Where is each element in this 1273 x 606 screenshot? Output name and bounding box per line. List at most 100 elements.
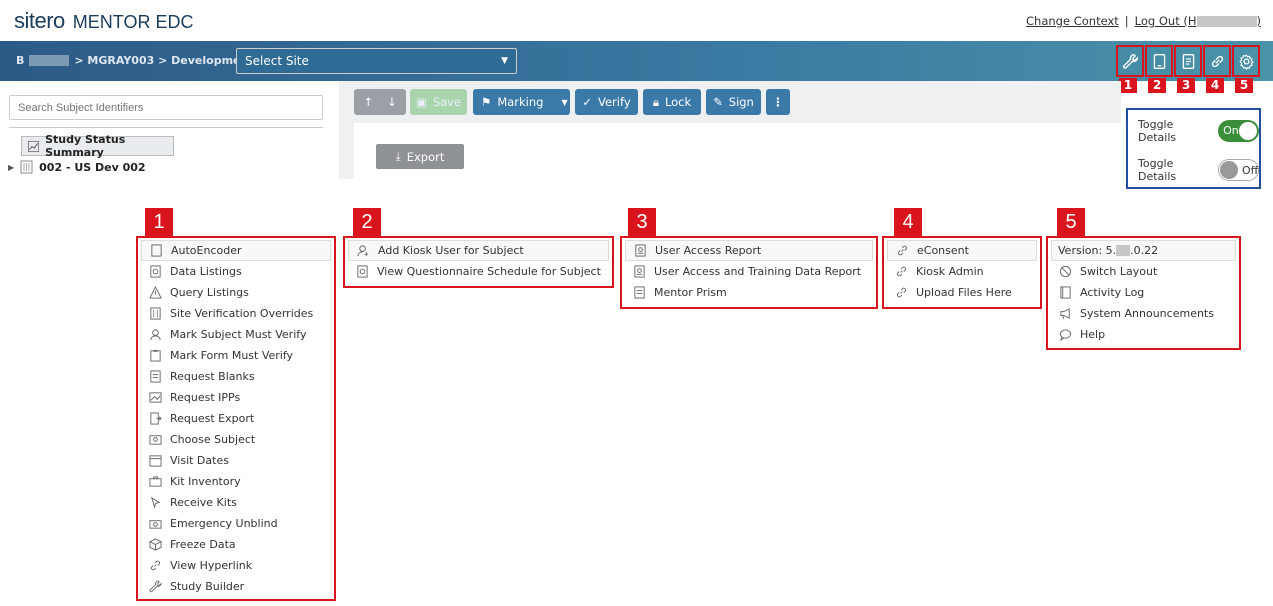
menu-item-label: System Announcements <box>1080 307 1214 320</box>
study-status-summary-button[interactable]: Study Status Summary <box>21 133 174 159</box>
links-menu-button[interactable] <box>1203 45 1231 77</box>
menu-item-request-blanks[interactable]: Request Blanks <box>141 366 331 387</box>
menu-item-mark-form-must-verify[interactable]: Mark Form Must Verify <box>141 345 331 366</box>
sign-button[interactable]: ✎ Sign <box>706 89 761 115</box>
menu-item-request-ipps[interactable]: Request IPPs <box>141 387 331 408</box>
lock-icon: 🔒︎ <box>652 94 659 109</box>
export-button[interactable]: ⤓ Export <box>376 144 464 169</box>
expand-arrow-icon[interactable]: ▶ <box>8 163 14 172</box>
floppy-disk-icon: ▣ <box>415 95 427 109</box>
menu-item-kit-inventory[interactable]: Kit Inventory <box>141 471 331 492</box>
menu-item-study-builder[interactable]: Study Builder <box>141 576 331 597</box>
link-icon <box>150 560 161 571</box>
site-select[interactable]: Select Site ▼ <box>236 48 517 74</box>
logout-link[interactable]: Log Out (H) <box>1135 14 1261 28</box>
summary-button-label: Study Status Summary <box>45 133 126 159</box>
toolbar-icons <box>1116 45 1260 77</box>
menu-item-data-listings[interactable]: Data Listings <box>141 261 331 282</box>
warning-icon <box>149 286 162 299</box>
menu-item-kiosk-admin[interactable]: Kiosk Admin <box>887 261 1037 282</box>
verify-button[interactable]: ✓ Verify <box>575 89 638 115</box>
sidebar-divider <box>9 127 323 128</box>
document-icon <box>151 244 162 257</box>
kiosk-menu-button[interactable] <box>1145 45 1173 77</box>
user-card-icon <box>149 435 162 445</box>
menu-item-view-hyperlink[interactable]: View Hyperlink <box>141 555 331 576</box>
reports-menu-button[interactable] <box>1174 45 1202 77</box>
site-select-value: Select Site <box>245 54 309 68</box>
icon-number-3: 3 <box>1177 78 1195 93</box>
more-options-button[interactable]: ⋮ <box>766 89 790 115</box>
flag-icon: ⚑ <box>481 95 492 109</box>
kebab-menu-icon: ⋮ <box>772 95 784 109</box>
menu-item-activity-log[interactable]: Activity Log <box>1051 282 1236 303</box>
marking-button[interactable]: ⚑ Marking ▼ <box>473 89 570 115</box>
megaphone-icon <box>1060 308 1070 320</box>
icon-number-5: 5 <box>1235 78 1253 93</box>
menu-item-freeze-data[interactable]: Freeze Data <box>141 534 331 555</box>
menu-item-visit-dates[interactable]: Visit Dates <box>141 450 331 471</box>
menu-item-label: Help <box>1080 328 1106 341</box>
help-chat-icon <box>1059 329 1072 341</box>
toggle-state-on: On <box>1223 124 1239 137</box>
menu-item-site-verification-overrides[interactable]: Site Verification Overrides <box>141 303 331 324</box>
line-chart-icon <box>28 140 40 152</box>
id-badge-icon <box>634 265 645 278</box>
logout-suffix: ) <box>1256 14 1262 28</box>
log-book-icon <box>1060 286 1071 299</box>
lock-button[interactable]: 🔒︎ Lock <box>643 89 701 115</box>
links-menu: eConsent Kiosk Admin Upload Files Here <box>882 236 1042 309</box>
subject-search-input[interactable] <box>9 95 323 120</box>
menu-item-choose-subject[interactable]: Choose Subject <box>141 429 331 450</box>
menu-item-econsent[interactable]: eConsent <box>887 240 1037 261</box>
reports-menu: User Access Report User Access and Train… <box>620 236 878 309</box>
arrow-down-icon[interactable]: ↓ <box>387 95 397 109</box>
logout-label: Log Out (H <box>1134 14 1197 28</box>
marking-label: Marking <box>497 95 544 109</box>
user-add-icon <box>357 245 369 257</box>
export-icon <box>150 412 162 425</box>
annotation-tag-3: 3 <box>628 208 656 236</box>
tablet-icon <box>1153 53 1165 69</box>
pen-icon: ✎ <box>713 95 723 109</box>
link-icon <box>896 287 907 298</box>
menu-item-autoencoder[interactable]: AutoEncoder <box>141 240 331 261</box>
toggle-switch-on[interactable]: On <box>1218 120 1259 142</box>
menu-item-mentor-prism[interactable]: Mentor Prism <box>625 282 873 303</box>
clipboard-icon <box>150 349 161 362</box>
menu-item-user-access-report[interactable]: User Access Report <box>625 240 873 261</box>
menu-item-switch-layout[interactable]: Switch Layout <box>1051 261 1236 282</box>
menu-item-label: Mark Form Must Verify <box>170 349 294 362</box>
menu-item-label: Request IPPs <box>170 391 241 404</box>
menu-item-label: Upload Files Here <box>916 286 1012 299</box>
menu-item-user-access-training-report[interactable]: User Access and Training Data Report <box>625 261 873 282</box>
tools-menu-button[interactable] <box>1116 45 1144 77</box>
menu-item-add-kiosk-user[interactable]: Add Kiosk User for Subject <box>348 240 609 261</box>
building-icon <box>20 160 33 174</box>
menu-item-mark-subject-must-verify[interactable]: Mark Subject Must Verify <box>141 324 331 345</box>
menu-item-upload-files[interactable]: Upload Files Here <box>887 282 1037 303</box>
save-label: Save <box>432 95 462 109</box>
id-badge-icon <box>635 244 646 257</box>
menu-item-receive-kits[interactable]: Receive Kits <box>141 492 331 513</box>
search-document-icon <box>357 265 368 278</box>
menu-item-view-questionnaire-schedule[interactable]: View Questionnaire Schedule for Subject <box>348 261 609 282</box>
gear-icon <box>1238 53 1254 70</box>
menu-item-request-export[interactable]: Request Export <box>141 408 331 429</box>
chevron-down-icon[interactable]: ▼ <box>561 98 567 107</box>
menu-item-query-listings[interactable]: Query Listings <box>141 282 331 303</box>
kiosk-menu: Add Kiosk User for Subject View Question… <box>343 236 614 288</box>
toggle-switch-off[interactable]: Off <box>1217 159 1259 181</box>
menu-item-help[interactable]: Help <box>1051 324 1236 345</box>
site-tree-node[interactable]: ▶ 002 - US Dev 002 <box>8 160 146 174</box>
change-context-link[interactable]: Change Context <box>1026 14 1119 28</box>
menu-item-emergency-unblind[interactable]: Emergency Unblind <box>141 513 331 534</box>
menu-item-system-announcements[interactable]: System Announcements <box>1051 303 1236 324</box>
export-label: Export <box>406 149 445 164</box>
icon-number-4: 4 <box>1206 78 1224 93</box>
arrow-up-icon[interactable]: ↑ <box>363 95 373 109</box>
context-bar: B > MGRAY003 > Development > Select Site… <box>0 41 1273 81</box>
settings-menu-button[interactable] <box>1232 45 1260 77</box>
app-logo: sitero MENTOR EDC <box>14 8 193 34</box>
save-button[interactable]: ▣ Save <box>410 89 467 115</box>
